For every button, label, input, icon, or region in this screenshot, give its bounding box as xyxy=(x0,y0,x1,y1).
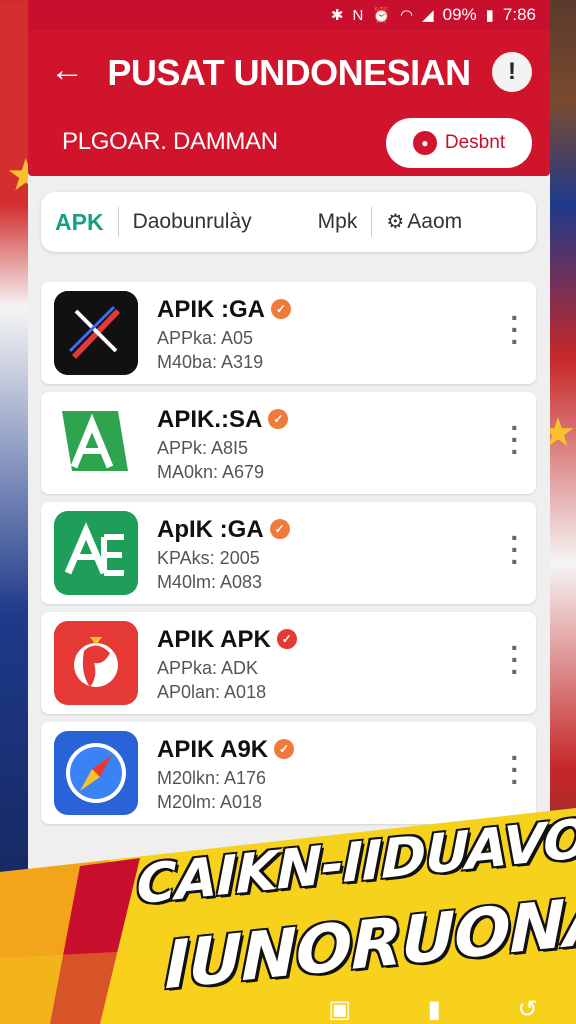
battery-icon: ▮ xyxy=(485,7,494,24)
page-subtitle: PLGOAR. DAMMAN xyxy=(62,128,278,155)
more-options-icon[interactable]: · · · xyxy=(508,744,522,796)
nav-bar: ▣ ▮ ↺ xyxy=(290,990,576,1024)
verified-badge-icon: ✓ xyxy=(269,519,290,539)
status-bar: ✱ N ⏰ ◠ ◢ 09% ▮ 7:86 xyxy=(28,0,550,30)
more-options-icon[interactable]: · · · xyxy=(508,304,522,356)
app-name: ApIK :GA ✓ xyxy=(157,516,290,544)
clock: 7:86 xyxy=(502,5,536,24)
verified-badge-icon: ✓ xyxy=(268,409,289,429)
gallery-icon[interactable]: ▣ xyxy=(328,995,351,1024)
tab-apk[interactable]: APK xyxy=(41,207,118,237)
more-options-icon[interactable]: · · · xyxy=(508,414,522,466)
verified-badge-icon: ✓ xyxy=(271,299,291,319)
list-item[interactable]: APIK APK ✓ APPka: ADK AP0lan: A018 · · · xyxy=(41,612,536,714)
app-name: APIK.:SA ✓ xyxy=(157,406,289,434)
more-options-icon[interactable]: · · · xyxy=(508,634,522,686)
app-meta: M40lm: A083 xyxy=(157,572,263,592)
tab-download[interactable]: Daobunrulày xyxy=(119,207,266,237)
info-button[interactable]: ! xyxy=(492,52,532,92)
bluetooth-icon: ✱ xyxy=(330,7,344,24)
app-meta: M40ba: A319 xyxy=(157,352,264,372)
app-meta: APPka: A05 xyxy=(157,328,254,348)
alarm-icon: ⏰ xyxy=(372,7,391,24)
app-meta: APPka: ADK xyxy=(157,658,259,678)
app-name: APIK A9K ✓ xyxy=(157,736,295,764)
battery-percent: 09% xyxy=(442,5,477,24)
list-item[interactable]: APIK.:SA ✓ APPk: A8I5 MA0kn: A679 · · · xyxy=(41,392,536,494)
home-icon[interactable]: ▮ xyxy=(428,995,441,1024)
tab-settings[interactable]: ⚙ Aaom xyxy=(372,207,476,237)
download-label: Desbnt xyxy=(444,132,506,153)
page-title: PUSAT UNDONESIAN xyxy=(107,52,471,93)
location-pin-icon: ● xyxy=(412,131,437,155)
app-name: APIK :GA ✓ xyxy=(157,296,291,324)
verified-badge-icon: ✓ xyxy=(274,739,295,759)
app-header: ← PUSAT UNDONESIAN ! PLGOAR. DAMMAN ● De… xyxy=(28,30,550,176)
app-meta: MA0kn: A679 xyxy=(157,462,265,482)
red-bird-icon xyxy=(54,621,138,705)
signal-icon: ◢ xyxy=(422,7,434,24)
app-name: APIK APK ✓ xyxy=(157,626,297,654)
list-item[interactable]: APIK :GA ✓ APPka: A05 M40ba: A319 · · · xyxy=(41,282,536,384)
app-list: APIK :GA ✓ APPka: A05 M40ba: A319 · · · API… xyxy=(41,282,536,832)
tab-bar: APK Daobunrulày Mpk ⚙ Aaom xyxy=(41,192,536,252)
verified-badge-icon: ✓ xyxy=(276,629,297,649)
nfc-icon: N xyxy=(352,6,364,24)
wifi-icon: ◠ xyxy=(399,7,414,24)
app-meta: KPAks: 2005 xyxy=(157,548,260,568)
green-a-icon xyxy=(54,401,138,485)
download-button[interactable]: ● Desbnt xyxy=(386,118,532,168)
back-icon[interactable]: ↺ xyxy=(518,995,538,1024)
green-ae-icon xyxy=(54,511,138,595)
tab-mpk[interactable]: Mpk xyxy=(304,207,372,237)
app-meta: APPk: A8I5 xyxy=(157,438,249,458)
gear-icon: ⚙ xyxy=(386,211,405,233)
app-meta: AP0lan: A018 xyxy=(157,682,267,702)
promo-banner[interactable]: CAIKN-IIDUAVOS IUNORUONA ▣ ▮ ↺ xyxy=(0,803,576,1024)
compass-black-icon xyxy=(54,291,138,375)
list-item[interactable]: ApIK :GA ✓ KPAks: 2005 M40lm: A083 · · · xyxy=(41,502,536,604)
app-meta: M20lkn: A176 xyxy=(157,768,267,788)
safari-compass-icon xyxy=(54,731,138,815)
more-options-icon[interactable]: · · · xyxy=(508,524,522,576)
